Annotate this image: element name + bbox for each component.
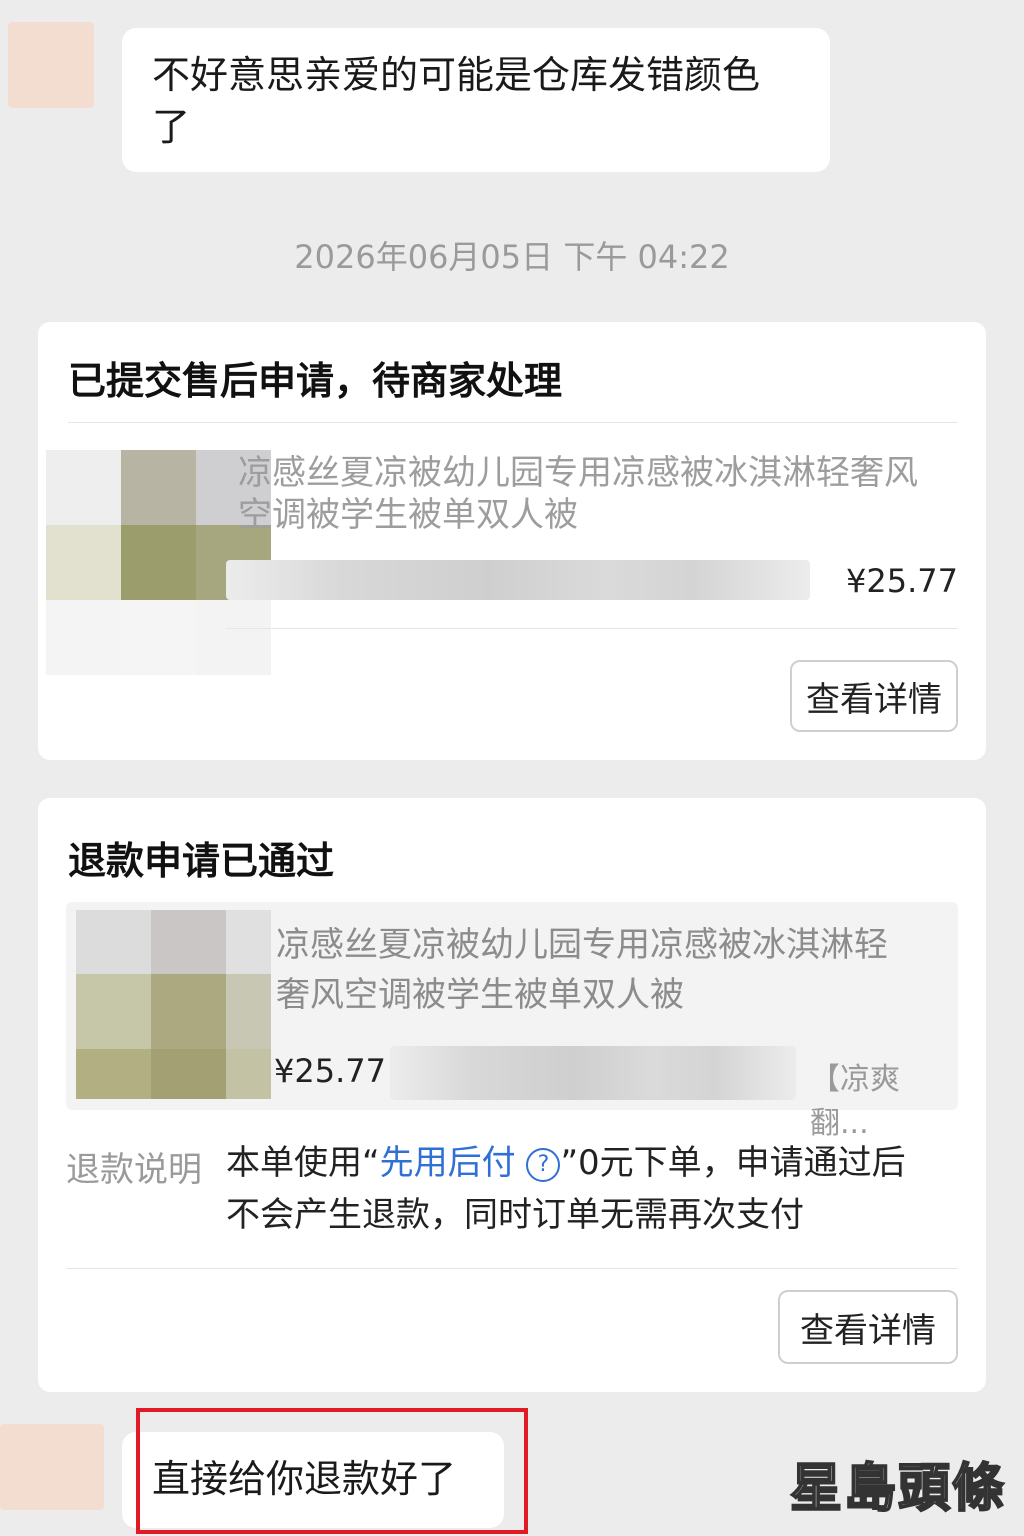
pay-later-link[interactable]: 先用后付 (380, 1143, 516, 1183)
product-price: ¥25.77 (846, 562, 958, 600)
divider (68, 422, 958, 423)
merchant-avatar[interactable] (8, 22, 94, 108)
refund-description: 不会产生退款，同时订单无需再次支付 (226, 1195, 804, 1235)
product-price: ¥25.77 (274, 1052, 386, 1090)
chat-timestamp: 2026年06月05日 下午 04:22 (294, 238, 730, 276)
watermark-logo: 星島頭條 (789, 1457, 1007, 1520)
refund-text: 本单使用“ (226, 1143, 380, 1183)
message-line: 了 (152, 105, 191, 149)
message-bubble-merchant: 不好意思亲爱的可能是仓库发错颜色 了 (122, 28, 830, 172)
help-icon[interactable]: ? (526, 1147, 561, 1182)
message-line: 不好意思亲爱的可能是仓库发错颜色 (152, 53, 761, 97)
product-name[interactable]: 凉感丝夏凉被幼儿园专用凉感被冰淇淋轻 (276, 924, 888, 966)
blurred-spec (226, 560, 810, 600)
product-sku: 【凉爽翻... (810, 1062, 900, 1141)
refund-description: 本单使用“先用后付 ? ”0元下单，申请通过后 (226, 1138, 906, 1188)
refund-approved-card[interactable]: 退款申请已通过 凉感丝夏凉被幼儿园专用凉感被冰淇淋轻 奢风空调被学生被单双人被 … (38, 798, 986, 1392)
product-name[interactable]: 奢风空调被学生被单双人被 (276, 974, 684, 1016)
product-name[interactable]: 空调被学生被单双人被 (238, 494, 578, 536)
divider (226, 628, 958, 629)
product-panel[interactable]: 凉感丝夏凉被幼儿园专用凉感被冰淇淋轻 奢风空调被学生被单双人被 ¥25.77 【… (66, 902, 958, 1141)
highlight-box (136, 1408, 528, 1534)
view-details-button[interactable]: 查看详情 (778, 1290, 958, 1364)
after-sale-card[interactable]: 已提交售后申请，待商家处理 凉感丝夏凉被幼儿园专用凉感被冰淇淋轻奢风 空调被学生… (38, 322, 986, 760)
blurred-spec (390, 1046, 796, 1100)
card-title: 退款申请已通过 (68, 839, 335, 883)
divider (66, 1268, 958, 1269)
refund-label: 退款说明 (66, 1150, 202, 1190)
product-thumbnail[interactable] (76, 910, 271, 1099)
product-name[interactable]: 凉感丝夏凉被幼儿园专用凉感被冰淇淋轻奢风 (238, 452, 918, 494)
view-details-button[interactable]: 查看详情 (790, 660, 958, 732)
refund-text: ”0元下单，申请通过后 (560, 1143, 906, 1183)
card-title: 已提交售后申请，待商家处理 (68, 359, 563, 403)
merchant-avatar[interactable] (0, 1424, 104, 1510)
